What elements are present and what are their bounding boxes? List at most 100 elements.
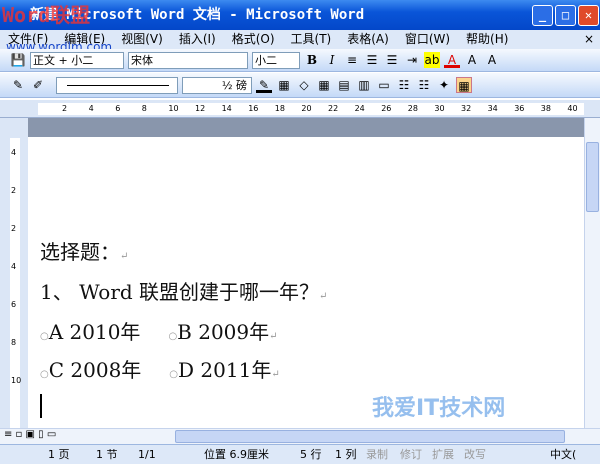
- option-c: C 2008年: [48, 358, 142, 382]
- menu-format[interactable]: 格式(O): [224, 30, 283, 49]
- autoformat-icon[interactable]: ✦: [436, 77, 452, 93]
- ruler-tick: 38: [540, 104, 551, 113]
- ruler-tick: 16: [248, 104, 259, 113]
- status-trk[interactable]: 修订: [400, 445, 422, 464]
- horizontal-ruler[interactable]: 2 4 6 8 10 12 14 16 18 20 22 24 26 28 30 32 34 36 38 40: [0, 100, 600, 118]
- distribute-rows-icon[interactable]: ☷: [396, 77, 412, 93]
- merge-cells-icon[interactable]: ▤: [336, 77, 352, 93]
- borders-icon[interactable]: ▦: [276, 77, 292, 93]
- border-color-icon[interactable]: ✎: [256, 77, 272, 93]
- ruler-tick: 34: [487, 104, 498, 113]
- options-line-2: ○C 2008年 ○D 2011年↵: [40, 358, 280, 382]
- italic-button[interactable]: I: [324, 52, 340, 68]
- ruler-tick: 26: [381, 104, 392, 113]
- line-weight-select[interactable]: ½ 磅: [182, 76, 252, 94]
- shading-icon[interactable]: ◇: [296, 77, 312, 93]
- vertical-scroll-thumb[interactable]: [586, 142, 599, 212]
- ruler-tick: 20: [301, 104, 312, 113]
- align-icon[interactable]: ▭: [376, 77, 392, 93]
- close-button[interactable]: ✕: [578, 5, 599, 26]
- vruler-tick: 4: [11, 148, 17, 157]
- status-page: 1 页: [48, 448, 70, 461]
- minimize-button[interactable]: _: [532, 5, 553, 26]
- options-line-1: ○A 2010年 ○B 2009年↵: [40, 320, 278, 344]
- status-pages: 1/1: [138, 448, 156, 461]
- ruler-tick: 32: [461, 104, 472, 113]
- formatting-toolbar: 💾 正文 + 小二 宋体 小二 B I ≡ ☰ ☰ ⇥ ab A A A: [0, 49, 600, 72]
- save-icon[interactable]: 💾: [10, 52, 26, 68]
- heading-text: 选择题：: [40, 240, 120, 264]
- option-a: A 2010年: [48, 320, 141, 344]
- bullets-icon[interactable]: ☰: [384, 52, 400, 68]
- menu-window[interactable]: 窗口(W): [397, 30, 458, 49]
- horizontal-scrollbar[interactable]: ≡ ▫ ▣ ▯ ▭: [0, 428, 600, 444]
- ruler-tick: 22: [328, 104, 339, 113]
- indent-icon[interactable]: ⇥: [404, 52, 420, 68]
- question-line: 1、 Word 联盟创建于哪一年？↵: [40, 280, 328, 304]
- page-top-margin: [28, 118, 584, 137]
- status-col: 1 列: [335, 448, 357, 461]
- eraser-icon[interactable]: ✐: [30, 77, 46, 93]
- view-buttons[interactable]: ≡ ▫ ▣ ▯ ▭: [4, 429, 56, 440]
- menu-table[interactable]: 表格(A): [339, 30, 397, 49]
- style-select[interactable]: 正文 + 小二: [30, 51, 124, 69]
- vertical-ruler[interactable]: 4 2 2 4 6 8 10: [0, 118, 28, 428]
- title-bar: 新建 Microsoft Word 文档 - Microsoft Word Wo…: [0, 0, 600, 30]
- menu-view[interactable]: 视图(V): [113, 30, 171, 49]
- menu-tools[interactable]: 工具(T): [283, 30, 340, 49]
- vruler-tick: 6: [11, 300, 17, 309]
- font-select[interactable]: 宋体: [128, 51, 248, 69]
- ruler-tick: 30: [434, 104, 445, 113]
- text-cursor: [40, 394, 42, 418]
- option-b: B 2009年: [177, 320, 270, 344]
- menu-help[interactable]: 帮助(H): [458, 30, 516, 49]
- vruler-tick: 4: [11, 262, 17, 271]
- ruler-tick: 2: [62, 104, 68, 113]
- vertical-scrollbar[interactable]: [584, 118, 600, 428]
- vruler-tick: 10: [11, 376, 22, 385]
- close-doc-icon[interactable]: ×: [584, 30, 594, 49]
- status-position: 位置 6.9厘米: [204, 448, 269, 461]
- grow-font-icon[interactable]: A: [464, 52, 480, 68]
- distribute-cols-icon[interactable]: ☷: [416, 77, 432, 93]
- split-cells-icon[interactable]: ▥: [356, 77, 372, 93]
- horizontal-scroll-thumb[interactable]: [175, 430, 565, 443]
- gridlines-icon[interactable]: ▦: [456, 77, 472, 93]
- watermark-logo: Word联盟: [2, 3, 91, 27]
- highlight-icon[interactable]: ab: [424, 52, 440, 68]
- vruler-tick: 2: [11, 186, 17, 195]
- status-section: 1 节: [96, 448, 118, 461]
- shrink-font-icon[interactable]: A: [484, 52, 500, 68]
- ruler-tick: 28: [407, 104, 418, 113]
- status-line: 5 行: [300, 448, 322, 461]
- menu-bar: 文件(F) 编辑(E) 视图(V) 插入(I) 格式(O) 工具(T) 表格(A…: [0, 30, 600, 54]
- watermark-bottom: 我爱IT技术网: [372, 396, 506, 421]
- font-color-icon[interactable]: A: [444, 52, 460, 68]
- ruler-tick: 14: [221, 104, 232, 113]
- menu-insert[interactable]: 插入(I): [171, 30, 224, 49]
- option-d: D 2011年: [178, 358, 272, 382]
- vruler-tick: 8: [11, 338, 17, 347]
- ruler-tick: 12: [195, 104, 206, 113]
- ruler-tick: 24: [354, 104, 365, 113]
- size-select[interactable]: 小二: [252, 51, 300, 69]
- maximize-button[interactable]: □: [555, 5, 576, 26]
- status-ext[interactable]: 扩展: [432, 445, 454, 464]
- status-lang: 中文(: [550, 448, 577, 461]
- line-style-select[interactable]: [56, 76, 178, 94]
- draw-table-icon[interactable]: ✎: [10, 77, 26, 93]
- status-rec[interactable]: 录制: [366, 445, 388, 464]
- heading-line: 选择题：↵: [40, 240, 129, 264]
- status-ovr[interactable]: 改写: [464, 445, 486, 464]
- bold-button[interactable]: B: [304, 52, 320, 68]
- question-text: 1、 Word 联盟创建于哪一年？: [40, 280, 320, 304]
- insert-table-icon[interactable]: ▦: [316, 77, 332, 93]
- status-bar: 1 页 1 节 1/1 位置 6.9厘米 5 行 1 列 录制 修订 扩展 改写…: [0, 444, 600, 464]
- numbering-icon[interactable]: ☰: [364, 52, 380, 68]
- tables-borders-toolbar: ✎ ✐ ½ 磅 ✎ ▦ ◇ ▦ ▤ ▥ ▭ ☷ ☷ ✦ ▦: [0, 73, 600, 98]
- align-center-icon[interactable]: ≡: [344, 52, 360, 68]
- vruler-tick: 2: [11, 224, 17, 233]
- ruler-tick: 8: [141, 104, 147, 113]
- ruler-tick: 40: [567, 104, 578, 113]
- ruler-tick: 18: [274, 104, 285, 113]
